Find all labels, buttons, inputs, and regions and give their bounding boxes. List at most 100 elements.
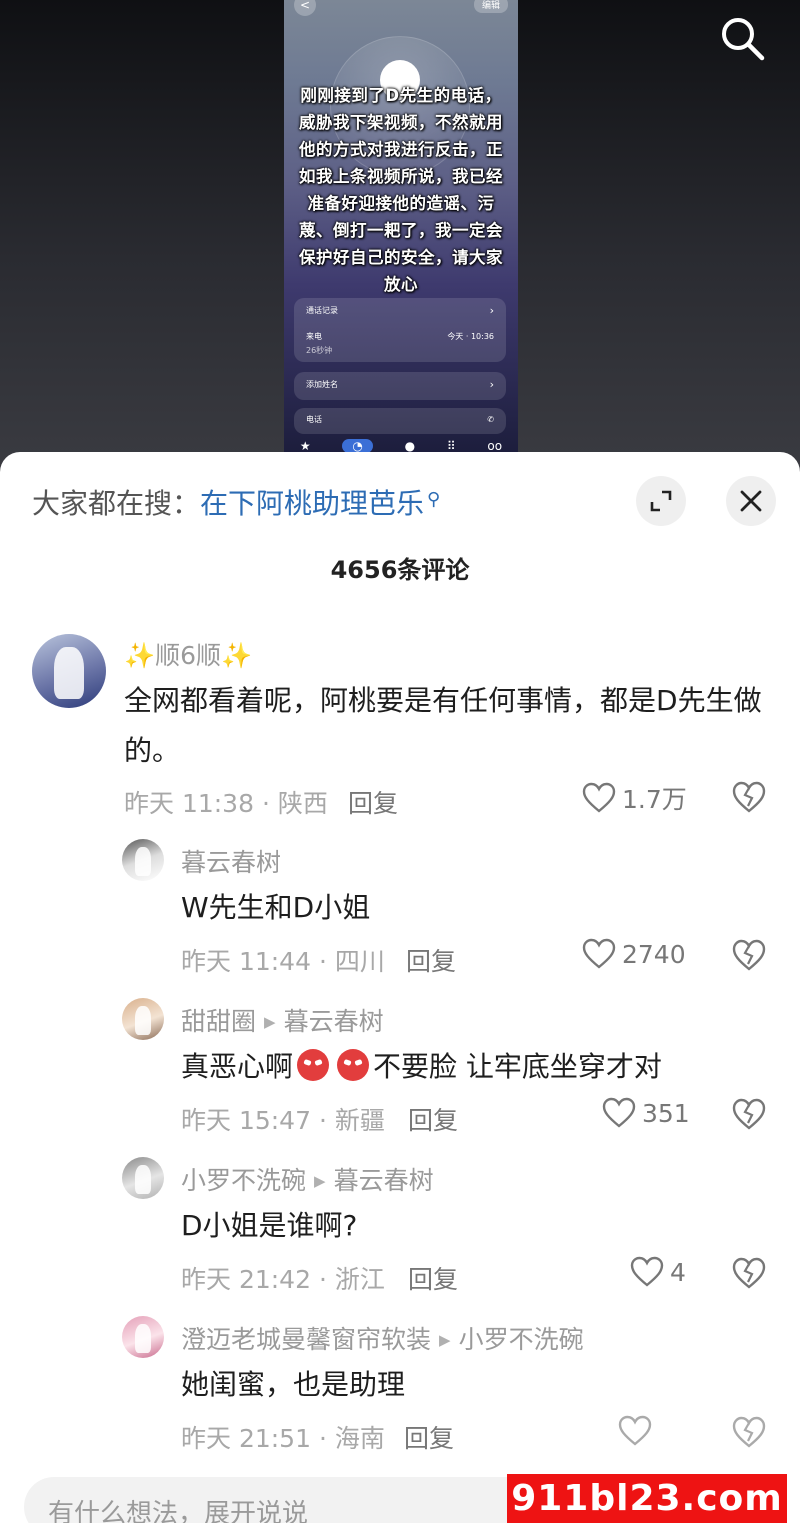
reply-text: 她闺蜜，也是助理 bbox=[181, 1368, 406, 1401]
reply-text: W先生和D小姐 bbox=[181, 891, 371, 924]
reply-arrow-icon: ▶ bbox=[314, 1172, 326, 1190]
close-button[interactable] bbox=[726, 476, 776, 526]
trending-search-link[interactable]: 在下阿桃助理芭乐 bbox=[200, 482, 424, 522]
trending-search[interactable]: 大家都在搜： 在下阿桃助理芭乐 ⚲ bbox=[32, 482, 440, 522]
reply-text-part: 真恶心啊 bbox=[181, 1050, 294, 1083]
avatar[interactable] bbox=[122, 1157, 164, 1199]
comment-sheet-header: 大家都在搜： 在下阿桃助理芭乐 ⚲ bbox=[0, 452, 800, 552]
dislike-icon[interactable] bbox=[732, 780, 766, 814]
avatar-figure bbox=[134, 1164, 152, 1194]
avatar[interactable] bbox=[32, 634, 106, 708]
dislike-icon[interactable] bbox=[732, 1256, 766, 1290]
reply-meta: 昨天 21:51 · 海南 bbox=[181, 1424, 385, 1453]
avatar-figure bbox=[134, 1005, 152, 1035]
avatar-figure bbox=[134, 1323, 152, 1353]
reply-arrow-icon: ▶ bbox=[264, 1013, 276, 1031]
reply-username-line: 小罗不洗碗 ▶ 暮云春树 bbox=[181, 1161, 434, 1197]
video-frame: < 编辑 刚刚接到了D先生的电话，威胁我下架视频，不然就用他的方式对我进行反击，… bbox=[284, 0, 518, 460]
call-record-card: 通话记录 › 来电 今天 · 10:36 26秒钟 bbox=[294, 298, 506, 362]
reply-username[interactable]: 暮云春树 bbox=[181, 843, 281, 879]
reply-username-line: 甜甜圈 ▶ 暮云春树 bbox=[181, 1002, 384, 1038]
reply-meta: 昨天 15:47 · 新疆 bbox=[181, 1106, 385, 1135]
comment-meta: 昨天 11:38 · 陕西 bbox=[124, 789, 328, 818]
reply-item: 小罗不洗碗 ▶ 暮云春树 D小姐是谁啊? 昨天 21:42 · 浙江 回复 4 bbox=[0, 1155, 800, 1305]
angry-emoji-icon bbox=[297, 1049, 330, 1081]
voicemail-icon: oo bbox=[487, 439, 503, 453]
reply-to-username[interactable]: 暮云春树 bbox=[284, 1007, 384, 1036]
phone-back-icon: < bbox=[294, 0, 316, 16]
like-count: 2740 bbox=[622, 939, 686, 969]
add-name-label: 添加姓名 bbox=[306, 380, 338, 389]
phone-call-icon: ✆ bbox=[487, 415, 494, 424]
contact-icon: ● bbox=[404, 439, 416, 453]
like-count: 351 bbox=[642, 1098, 690, 1128]
avatar[interactable] bbox=[122, 839, 164, 881]
reply-text: 真恶心啊 不要脸 让牢底坐穿才对 bbox=[181, 1042, 761, 1092]
dislike-icon[interactable] bbox=[732, 938, 766, 972]
video-player[interactable]: < 编辑 刚刚接到了D先生的电话，威胁我下架视频，不然就用他的方式对我进行反击，… bbox=[0, 0, 800, 470]
comment-text: 全网都看着呢，阿桃要是有任何事情，都是D先生做的。 bbox=[124, 684, 762, 767]
close-icon bbox=[740, 490, 762, 512]
reply-text-part: 不要脸 让牢底坐穿才对 bbox=[373, 1050, 662, 1083]
reply-arrow-icon: ▶ bbox=[439, 1331, 451, 1349]
reply-to-username[interactable]: 暮云春树 bbox=[334, 1166, 434, 1195]
phone-label: 电话 bbox=[306, 415, 322, 424]
angry-emoji-icon bbox=[337, 1049, 370, 1081]
phone-number-card: 电话 ✆ bbox=[294, 408, 506, 434]
like-button[interactable]: 1.7万 bbox=[582, 780, 687, 816]
video-caption: 刚刚接到了D先生的电话，威胁我下架视频，不然就用他的方式对我进行反击，正如我上条… bbox=[299, 86, 503, 294]
comment-input-placeholder: 有什么想法，展开说说 bbox=[48, 1499, 309, 1523]
watermark-banner: 911bl23.com bbox=[507, 1474, 787, 1523]
chevron-right-icon: › bbox=[489, 304, 494, 317]
star-icon: ★ bbox=[299, 439, 311, 453]
heart-icon bbox=[602, 1097, 636, 1128]
reply-item: 澄迈老城曼馨窗帘软装 ▶ 小罗不洗碗 她闺蜜，也是助理 昨天 21:51 · 海南 … bbox=[0, 1314, 800, 1464]
keypad-icon: ⠿ bbox=[446, 439, 456, 453]
reply-text: D小姐是谁啊? bbox=[181, 1209, 358, 1242]
reply-username[interactable]: 小罗不洗碗 bbox=[181, 1166, 306, 1195]
like-button[interactable]: 2740 bbox=[582, 938, 686, 970]
avatar-figure bbox=[54, 647, 84, 700]
reply-username-line: 澄迈老城曼馨窗帘软装 ▶ 小罗不洗碗 bbox=[181, 1320, 584, 1356]
reply-item: 暮云春树 W先生和D小姐 昨天 11:44 · 四川 回复 2740 bbox=[0, 837, 800, 987]
call-record-label: 通话记录 bbox=[306, 306, 338, 315]
reply-button[interactable]: 回复 bbox=[408, 1260, 458, 1296]
reply-item: 甜甜圈 ▶ 暮云春树 真恶心啊 不要脸 让牢底坐穿才对 昨天 15:47 · 新疆 回… bbox=[0, 996, 800, 1146]
comment-count: 4656条评论 bbox=[330, 556, 470, 584]
comment-username[interactable]: ✨顺6顺✨ bbox=[124, 636, 252, 672]
avatar[interactable] bbox=[122, 998, 164, 1040]
heart-icon bbox=[618, 1415, 652, 1446]
reply-button[interactable]: 回复 bbox=[404, 1419, 454, 1455]
clock-icon: ◔ bbox=[342, 439, 373, 453]
reply-button[interactable]: 回复 bbox=[348, 784, 398, 820]
reply-username[interactable]: 甜甜圈 bbox=[181, 1007, 256, 1036]
heart-icon bbox=[630, 1256, 664, 1287]
reply-button[interactable]: 回复 bbox=[406, 942, 456, 978]
expand-icon bbox=[650, 490, 672, 512]
incoming-time: 今天 · 10:36 bbox=[447, 332, 494, 341]
avatar-figure bbox=[134, 846, 152, 876]
reply-meta: 昨天 11:44 · 四川 bbox=[181, 947, 385, 976]
avatar[interactable] bbox=[122, 1316, 164, 1358]
comment-item: ✨顺6顺✨ 全网都看着呢，阿桃要是有任何事情，都是D先生做的。 昨天 11:38… bbox=[0, 632, 800, 832]
incoming-label: 来电 bbox=[306, 332, 322, 341]
like-count: 1.7万 bbox=[622, 785, 687, 814]
comment-sheet: 大家都在搜： 在下阿桃助理芭乐 ⚲ 4656条评论 ✨顺6顺✨ 全网都看着呢，阿… bbox=[0, 452, 800, 1523]
like-button[interactable]: 4 bbox=[630, 1256, 686, 1288]
add-name-card: 添加姓名 › bbox=[294, 372, 506, 400]
chevron-right-icon: › bbox=[489, 378, 494, 391]
expand-button[interactable] bbox=[636, 476, 686, 526]
reply-button[interactable]: 回复 bbox=[408, 1101, 458, 1137]
phone-edit-label: 编辑 bbox=[473, 0, 508, 13]
incoming-duration: 26秒钟 bbox=[306, 346, 333, 355]
dislike-icon[interactable] bbox=[732, 1097, 766, 1131]
reply-to-username[interactable]: 小罗不洗碗 bbox=[459, 1325, 584, 1354]
phone-status-bar: < 编辑 bbox=[284, 0, 518, 22]
search-small-icon: ⚲ bbox=[427, 489, 441, 510]
search-icon[interactable] bbox=[718, 14, 766, 62]
like-button[interactable]: 351 bbox=[602, 1097, 690, 1129]
dislike-icon[interactable] bbox=[732, 1415, 766, 1449]
heart-icon bbox=[582, 938, 616, 969]
reply-username[interactable]: 澄迈老城曼馨窗帘软装 bbox=[181, 1325, 431, 1354]
like-button[interactable] bbox=[618, 1415, 658, 1447]
